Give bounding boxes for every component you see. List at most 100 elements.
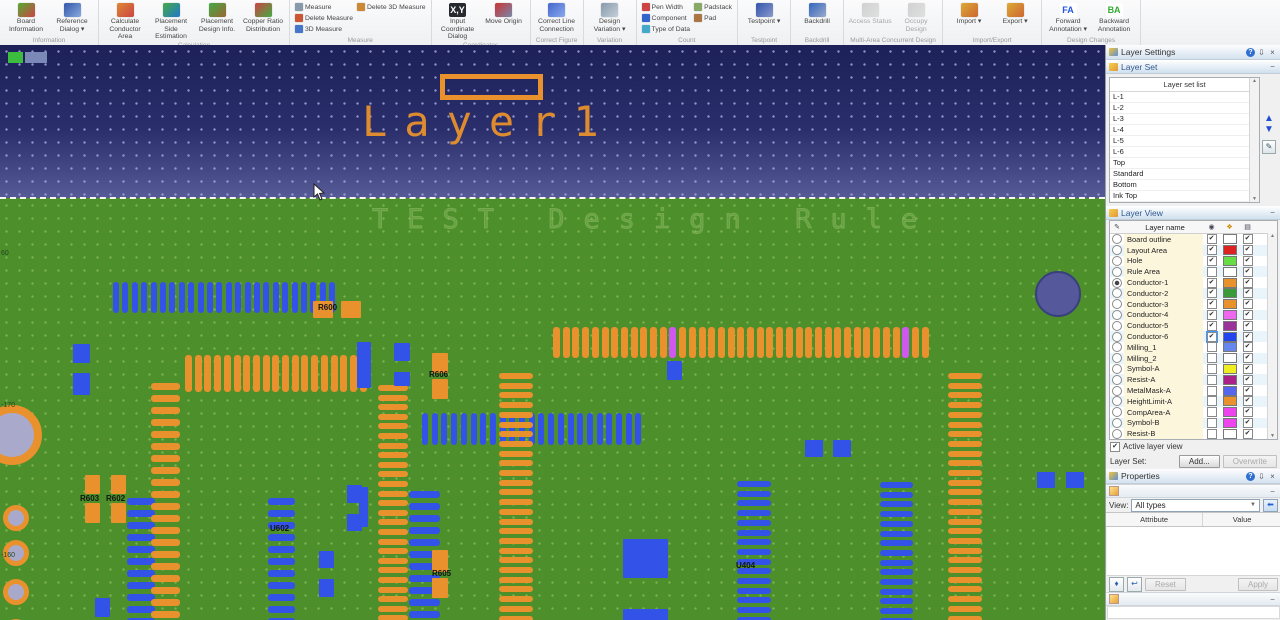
layer-visibility-checkbox[interactable]: ✔ (1207, 245, 1217, 255)
layer-select-checkbox[interactable]: ✔ (1243, 234, 1253, 244)
layer-set-item[interactable]: Standard (1110, 169, 1259, 180)
apply-button[interactable]: Apply (1238, 578, 1278, 591)
measure-button[interactable]: Measure (295, 2, 353, 12)
layer-select-checkbox[interactable]: ✔ (1243, 267, 1253, 277)
correct-line-connection-button[interactable]: Correct Line Connection (534, 1, 580, 34)
layer-active-radio[interactable] (1112, 386, 1122, 396)
layer-active-radio[interactable] (1112, 256, 1122, 266)
layer-active-radio[interactable] (1112, 245, 1122, 255)
probe-icon[interactable]: ♦ (1109, 577, 1124, 592)
move-origin-button[interactable]: Move Origin (481, 1, 527, 27)
pad-button[interactable]: Pad (694, 13, 732, 23)
layer-select-checkbox[interactable]: ✔ (1243, 429, 1253, 439)
help-icon[interactable]: ? (1245, 47, 1256, 57)
layer-color-swatch[interactable] (1223, 256, 1237, 266)
layer-view-row[interactable]: Layout Area✔✔ (1110, 245, 1277, 256)
move-down-button[interactable]: ▼ (1264, 124, 1274, 135)
placement-design-info-button[interactable]: Placement Design Info. (194, 1, 240, 34)
layer-visibility-checkbox[interactable]: ✔ (1207, 256, 1217, 266)
layer-view-row[interactable]: Conductor-4✔✔ (1110, 310, 1277, 321)
pen-width-button[interactable]: Pen Width (642, 2, 691, 12)
layer-select-checkbox[interactable]: ✔ (1243, 407, 1253, 417)
layer-visibility-checkbox[interactable]: ✔ (1207, 234, 1217, 244)
layer-select-checkbox[interactable]: ✔ (1243, 396, 1253, 406)
layer-visibility-checkbox[interactable] (1207, 396, 1217, 406)
layer-active-radio[interactable] (1112, 342, 1122, 352)
layer-active-radio[interactable] (1112, 407, 1122, 417)
layer-visibility-checkbox[interactable]: ✔ (1207, 278, 1217, 288)
design-canvas[interactable]: Layer1 TEST Design Rule R600R606R603R602… (0, 45, 1105, 620)
layer-set-item[interactable]: L-3 (1110, 114, 1259, 125)
forward-annotation-button[interactable]: FAForward Annotation ▾ (1045, 1, 1091, 34)
layer-visibility-checkbox[interactable] (1207, 429, 1217, 439)
collapse-icon[interactable]: − (1267, 486, 1278, 496)
type-of-data-button[interactable]: Type of Data (642, 24, 691, 34)
layer-active-radio[interactable] (1112, 396, 1122, 406)
layer-color-swatch[interactable] (1223, 396, 1237, 406)
layer-visibility-checkbox[interactable]: ✔ (1207, 299, 1217, 309)
layer-visibility-checkbox[interactable] (1207, 418, 1217, 428)
layer-set-scrollbar[interactable]: ▲▼ (1249, 78, 1259, 202)
layer-view-row[interactable]: CompArea-A✔ (1110, 407, 1277, 418)
layer-active-radio[interactable] (1112, 332, 1122, 342)
layer-color-swatch[interactable] (1223, 299, 1237, 309)
layer-view-row[interactable]: Resist-A✔ (1110, 374, 1277, 385)
layer-set-item[interactable]: L-6 (1110, 147, 1259, 158)
layer-set-item[interactable]: L-5 (1110, 136, 1259, 147)
layer-active-radio[interactable] (1112, 418, 1122, 428)
layer-select-checkbox[interactable]: ✔ (1243, 332, 1253, 342)
layer-color-swatch[interactable] (1223, 342, 1237, 352)
undo-icon[interactable]: ↩ (1127, 577, 1142, 592)
layer-view-row[interactable]: MetalMask-A✔ (1110, 385, 1277, 396)
delete-measure-button[interactable]: Delete Measure (295, 13, 353, 23)
layer-select-checkbox[interactable]: ✔ (1243, 299, 1253, 309)
layer-active-radio[interactable] (1112, 353, 1122, 363)
layer-view-scrollbar[interactable]: ▲▼ (1267, 233, 1277, 439)
layer-view-row[interactable]: Milling_1✔ (1110, 342, 1277, 353)
layer-view-row[interactable]: Symbol-B✔ (1110, 418, 1277, 429)
layer-select-checkbox[interactable]: ✔ (1243, 256, 1253, 266)
layer-set-item[interactable]: Ink Top (1110, 191, 1259, 202)
layer-visibility-checkbox[interactable] (1207, 386, 1217, 396)
layer-color-swatch[interactable] (1223, 245, 1237, 255)
layer-view-row[interactable]: Conductor-5✔✔ (1110, 320, 1277, 331)
delete-3d-measure-button[interactable]: Delete 3D Measure (357, 2, 426, 12)
move-up-button[interactable]: ▲ (1264, 113, 1274, 124)
testpoint-button[interactable]: Testpoint ▾ (741, 1, 787, 27)
layer-color-swatch[interactable] (1223, 267, 1237, 277)
layer-active-radio[interactable] (1112, 278, 1122, 288)
layer-view-row[interactable]: HeightLimit-A✔ (1110, 396, 1277, 407)
close-icon[interactable]: × (1267, 47, 1278, 57)
properties-table-body[interactable] (1107, 527, 1280, 576)
edit-layer-set-button[interactable]: ✎ (1262, 140, 1276, 154)
layer-visibility-checkbox[interactable]: ✔ (1207, 332, 1217, 342)
layer-select-checkbox[interactable]: ✔ (1243, 278, 1253, 288)
collapse-icon[interactable]: − (1267, 594, 1278, 604)
layer-view-row[interactable]: Symbol-A✔ (1110, 364, 1277, 375)
import-button[interactable]: Import ▾ (946, 1, 992, 27)
board-area[interactable]: TEST Design Rule R600R606R603R602R605U60… (0, 199, 1105, 620)
backward-annotation-button[interactable]: BABackward Annotation (1091, 1, 1137, 34)
layer-select-checkbox[interactable]: ✔ (1243, 386, 1253, 396)
active-layer-view-checkbox[interactable]: ✔ (1110, 442, 1120, 452)
layer-active-radio[interactable] (1112, 375, 1122, 385)
layer-set-item[interactable]: Bottom (1110, 180, 1259, 191)
layer-set-item[interactable]: L-4 (1110, 125, 1259, 136)
input-coordinate-dialog-button[interactable]: X,YInput Coordinate Dialog (435, 1, 481, 42)
layer-active-radio[interactable] (1112, 267, 1122, 277)
backdrill-button[interactable]: Backdrill (794, 1, 840, 27)
layer-set-item[interactable]: Top (1110, 158, 1259, 169)
layer-select-checkbox[interactable]: ✔ (1243, 288, 1253, 298)
layer-color-swatch[interactable] (1223, 234, 1237, 244)
layer-active-radio[interactable] (1112, 429, 1122, 439)
pin-icon[interactable]: ⇩ (1256, 471, 1267, 481)
layer-active-radio[interactable] (1112, 321, 1122, 331)
layer-color-swatch[interactable] (1223, 288, 1237, 298)
layer-active-radio[interactable] (1112, 288, 1122, 298)
layer-color-swatch[interactable] (1223, 321, 1237, 331)
layer-select-checkbox[interactable]: ✔ (1243, 375, 1253, 385)
board-information-button[interactable]: Board Information (3, 1, 49, 34)
add-button[interactable]: Add... (1179, 455, 1220, 468)
layer-color-swatch[interactable] (1223, 386, 1237, 396)
component-button[interactable]: Component (642, 13, 691, 23)
